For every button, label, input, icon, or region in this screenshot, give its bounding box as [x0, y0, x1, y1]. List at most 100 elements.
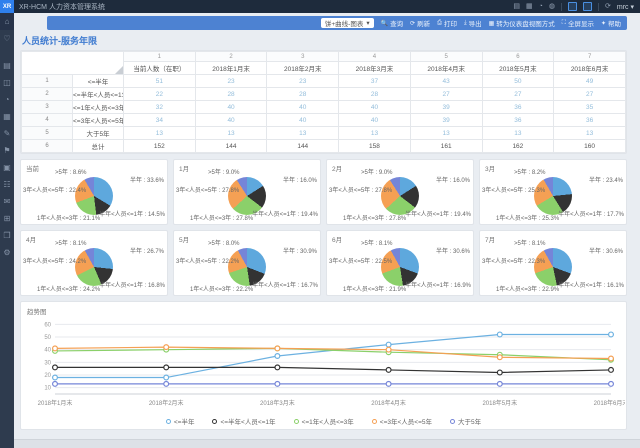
cell-value[interactable]: 23 [267, 75, 339, 88]
cell-value[interactable]: 27 [554, 88, 626, 101]
legend-item[interactable]: <=1年<人员<=3年 [294, 416, 354, 426]
svg-text:2018年1月末: 2018年1月末 [38, 399, 73, 407]
cell-value[interactable]: 39 [410, 114, 482, 127]
cell-value[interactable]: 40 [195, 114, 267, 127]
cell-value[interactable]: 49 [554, 75, 626, 88]
cell-value[interactable]: 40 [339, 114, 411, 127]
cell-value[interactable]: 39 [410, 101, 482, 114]
cell-value[interactable]: 50 [482, 75, 554, 88]
pie-slice-label: 3年<人员<=5年 : 25.3% [482, 185, 545, 194]
refresh-button-label: 刷新 [417, 18, 430, 28]
user-menu[interactable]: mrc ▾ [617, 3, 634, 11]
pie-slice-label: 3年<人员<=5年 : 24.2% [23, 256, 86, 265]
user-panel-tile[interactable] [583, 2, 592, 11]
search-button[interactable]: 🔍查询 [381, 18, 403, 28]
cell-value[interactable]: 51 [124, 75, 196, 88]
fullscreen-button[interactable]: ⛶全屏显示 [562, 18, 594, 28]
notes-icon[interactable]: ▤ [513, 3, 520, 10]
cell-value[interactable]: 36 [482, 114, 554, 127]
pie-card-title: 6月 [332, 234, 342, 244]
sidebar-training-icon[interactable]: ⚑ [0, 142, 14, 159]
globe-icon[interactable]: ◍ [549, 3, 555, 10]
row-index: 6 [22, 140, 73, 153]
cell-value[interactable]: 32 [124, 101, 196, 114]
search-icon: 🔍 [381, 20, 388, 27]
refresh-button[interactable]: ⟳刷新 [410, 18, 430, 28]
print-button[interactable]: ⎙打印 [437, 18, 457, 28]
help-button[interactable]: ✦帮助 [601, 18, 621, 28]
cell-value[interactable]: 34 [124, 114, 196, 127]
cell-value[interactable]: 28 [195, 88, 267, 101]
pie-slice-label: >5年 : 8.6% [55, 167, 87, 176]
cell-value[interactable]: 36 [554, 114, 626, 127]
pie-slice-label: 半年<人员<=1年 : 19.4% [252, 209, 318, 218]
row-index: 5 [22, 127, 73, 140]
sidebar-employee-icon[interactable]: ◫ [0, 74, 14, 91]
legend-item[interactable]: <=3年<人员<=5年 [372, 416, 432, 426]
app-title: XR-HCM 人力资本管理系统 [19, 2, 105, 12]
cell-value[interactable]: 37 [339, 75, 411, 88]
cell-value[interactable]: 13 [339, 127, 411, 140]
pie-slice-label: 半年 : 30.9% [283, 246, 317, 255]
cell-value[interactable]: 40 [195, 101, 267, 114]
cell-value[interactable]: 23 [195, 75, 267, 88]
sidebar-salary-icon[interactable]: ▦ [0, 108, 14, 125]
pie-slice-label: 3年<人员<=5年 : 22.3% [482, 256, 545, 265]
clock-icon[interactable]: ◔ [539, 3, 543, 10]
sidebar-document-icon[interactable]: ❒ [0, 227, 14, 244]
pie-slice-label: 半年 : 30.6% [436, 246, 470, 255]
cell-value[interactable]: 40 [267, 101, 339, 114]
export-button[interactable]: ⤓导出 [464, 18, 482, 28]
cell-value[interactable]: 27 [482, 88, 554, 101]
cell-value[interactable]: 40 [339, 101, 411, 114]
sidebar-attendance-icon[interactable]: ◔ [0, 91, 14, 108]
legend-item[interactable]: <=半年<人员<=1年 [212, 416, 275, 426]
column-index: 1 [124, 52, 196, 62]
pie-card-title: 5月 [179, 234, 189, 244]
cell-value[interactable]: 40 [267, 114, 339, 127]
sidebar-performance-icon[interactable]: ▣ [0, 159, 14, 176]
sidebar-report-icon[interactable]: ☷ [0, 176, 14, 193]
pie-slice-label: 半年<人员<=1年 : 17.7% [558, 209, 624, 218]
sidebar-home-icon[interactable]: ⌂ [0, 13, 14, 30]
cell-value[interactable]: 13 [124, 127, 196, 140]
sidebar-mail-icon[interactable]: ✉ [0, 193, 14, 210]
pie-card-title: 1月 [179, 163, 189, 173]
cell-value[interactable]: 28 [339, 88, 411, 101]
view-type-dropdown[interactable]: 饼+曲线-图表 ▾ [321, 18, 374, 28]
bottom-scroll-strip[interactable] [14, 439, 640, 448]
table-row: 5大于5年13131313131313 [22, 127, 626, 140]
cell-value[interactable]: 28 [267, 88, 339, 101]
sidebar-settings-icon[interactable]: ⚙ [0, 244, 14, 261]
cell-value[interactable]: 22 [124, 88, 196, 101]
app-switcher-tile[interactable] [568, 2, 577, 11]
cell-value[interactable]: 13 [482, 127, 554, 140]
cell-value[interactable]: 13 [195, 127, 267, 140]
sidebar-favorite-icon[interactable]: ♡ [0, 30, 14, 47]
column-index: 7 [554, 52, 626, 62]
table-index-row: 1234567 [22, 52, 626, 62]
cell-value[interactable]: 13 [267, 127, 339, 140]
legend-marker-icon [450, 419, 455, 424]
sidebar-org-icon[interactable]: ▤ [0, 57, 14, 74]
pie-slice-label: 半年<人员<=1年 : 19.4% [405, 209, 471, 218]
cell-value[interactable]: 27 [410, 88, 482, 101]
pie-slice-label: >5年 : 8.1% [361, 238, 393, 247]
refresh-icon: ⟳ [410, 20, 415, 27]
cell-value[interactable]: 35 [554, 101, 626, 114]
cell-value[interactable]: 36 [482, 101, 554, 114]
legend-item[interactable]: <=半年 [166, 416, 195, 426]
calendar-icon[interactable]: ▦ [526, 3, 533, 10]
cell-value[interactable]: 13 [554, 127, 626, 140]
svg-text:2018年2月末: 2018年2月末 [149, 399, 184, 407]
trend-chart-panel: 趋势图 1020304050602018年1月末2018年2月末2018年3月末… [20, 301, 627, 430]
row-index: 3 [22, 101, 73, 114]
dashboard-view-button[interactable]: ▦转为仪表盘视图方式 [489, 18, 555, 28]
refresh-icon[interactable]: ⟳ [605, 3, 611, 10]
cell-value[interactable]: 43 [410, 75, 482, 88]
legend-item[interactable]: 大于5年 [450, 416, 481, 426]
sidebar-recruit-icon[interactable]: ✎ [0, 125, 14, 142]
cell-value[interactable]: 13 [410, 127, 482, 140]
main-content: 饼+曲线-图表 ▾ 🔍查询 ⟳刷新 ⎙打印 ⤓导出 ▦转为仪表盘视图方式 ⛶全屏显示 ✦帮助… [14, 13, 640, 448]
sidebar-chart-icon[interactable]: ⊞ [0, 210, 14, 227]
